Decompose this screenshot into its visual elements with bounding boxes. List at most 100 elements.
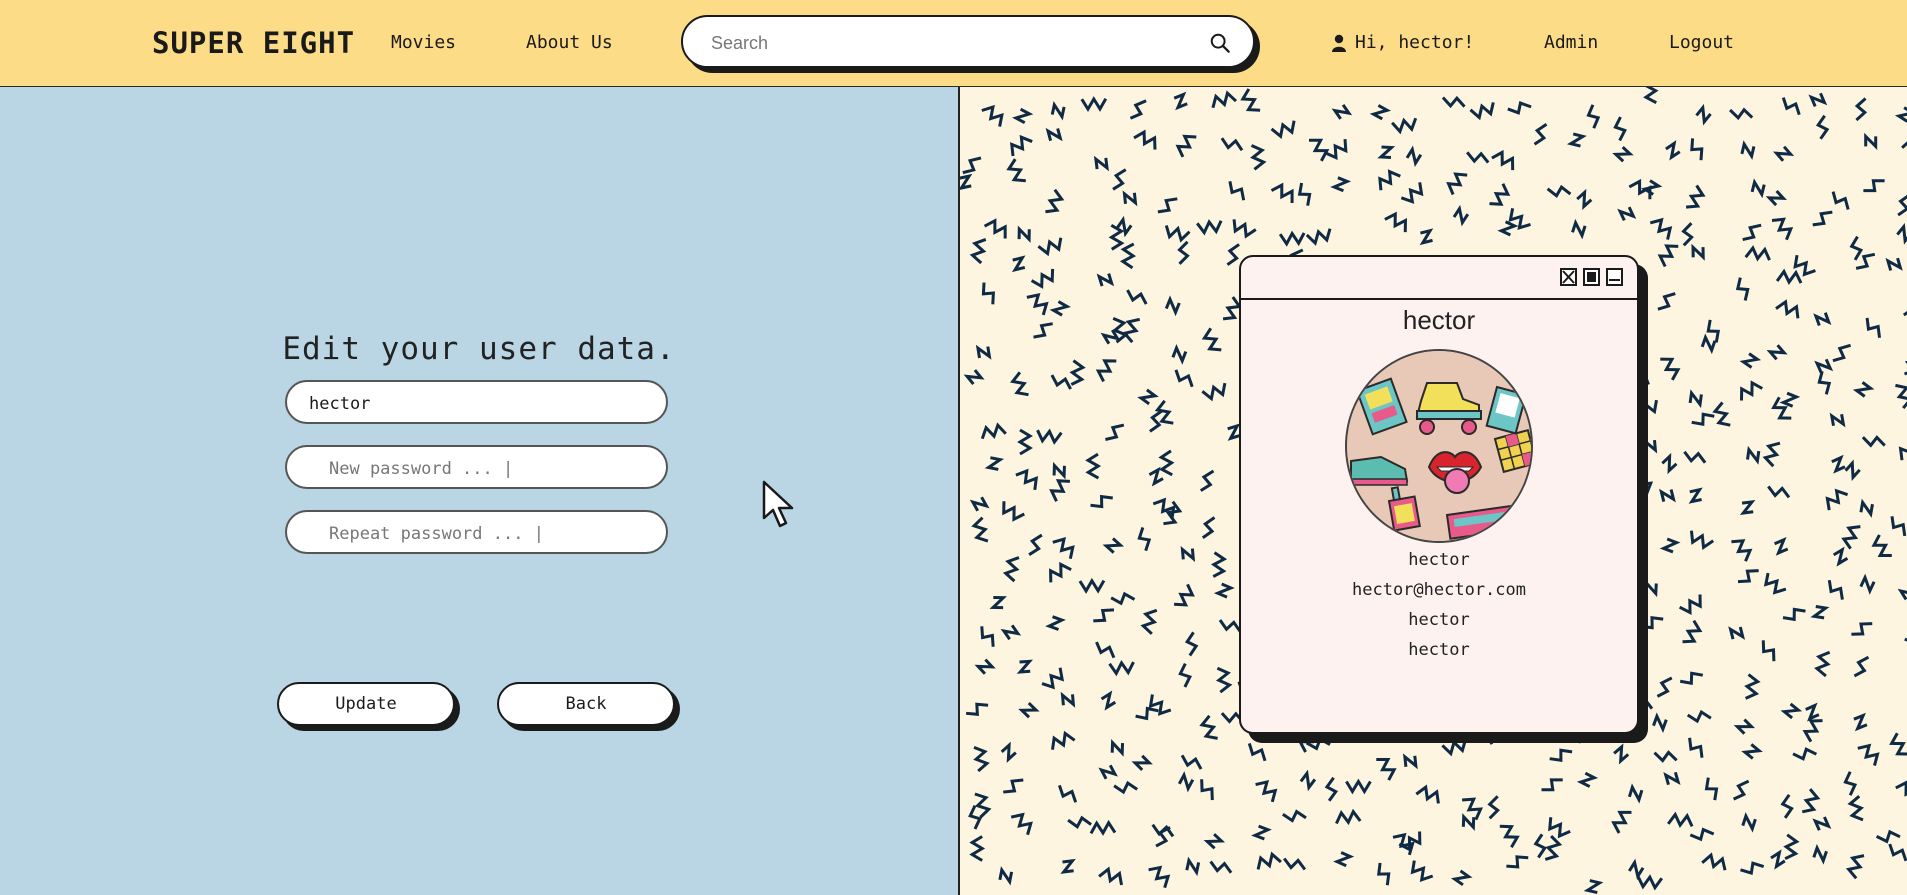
zigzag-squiggle: [1688, 389, 1703, 409]
zigzag-squiggle: [1728, 626, 1746, 640]
zigzag-squiggle: [1627, 783, 1644, 804]
new-password-input[interactable]: [327, 457, 651, 481]
zigzag-squiggle: [1215, 666, 1233, 694]
zigzag-squiggle: [1085, 452, 1102, 480]
close-icon[interactable]: [1560, 268, 1577, 286]
zigzag-squiggle: [975, 344, 992, 360]
zigzag-squiggle: [1679, 671, 1704, 686]
zigzag-squiggle: [1200, 779, 1214, 801]
zigzag-squiggle: [1247, 742, 1267, 762]
zigzag-squiggle: [1173, 91, 1188, 111]
zigzag-squiggle: [980, 422, 1007, 440]
zigzag-squiggle: [984, 456, 1005, 471]
zigzag-squiggle: [1688, 487, 1703, 504]
zigzag-squiggle: [1050, 100, 1066, 121]
zigzag-squiggle: [1812, 844, 1828, 865]
zigzag-squiggle: [1400, 182, 1424, 204]
zigzag-squiggle: [1740, 140, 1756, 161]
zigzag-squiggle: [1663, 771, 1681, 786]
zigzag-squiggle: [1847, 795, 1865, 822]
zigzag-squiggle: [1050, 374, 1072, 390]
zigzag-squiggle: [1859, 573, 1876, 595]
zigzag-squiggle: [1345, 778, 1372, 795]
zigzag-squiggle: [1792, 747, 1818, 761]
zigzag-squiggle: [1689, 827, 1715, 842]
zigzag-squiggle: [1746, 445, 1761, 465]
zigzag-squiggle: [1102, 537, 1125, 554]
maximize-icon[interactable]: [1583, 268, 1600, 286]
zigzag-squiggle: [1148, 865, 1171, 889]
zigzag-squiggle: [1278, 230, 1306, 247]
zigzag-squiggle: [1057, 784, 1078, 803]
zigzag-squiggle: [1037, 237, 1063, 257]
zigzag-squiggle: [1331, 104, 1353, 120]
zigzag-squiggle: [1078, 577, 1106, 594]
zigzag-squiggle: [1105, 423, 1125, 441]
zigzag-squiggle: [1665, 140, 1681, 161]
zigzag-squiggle: [1611, 810, 1632, 834]
zigzag-squiggle: [1282, 809, 1307, 823]
zigzag-squiggle: [1010, 812, 1033, 836]
zigzag-squiggle: [1812, 816, 1832, 831]
zigzag-squiggle: [1228, 181, 1246, 201]
nav-link-movies[interactable]: Movies: [391, 32, 456, 53]
zigzag-squiggle: [1441, 95, 1466, 109]
minimize-icon[interactable]: [1606, 268, 1623, 286]
repeat-password-input[interactable]: [327, 522, 651, 546]
zigzag-squiggle: [965, 702, 989, 716]
zigzag-squiggle: [1571, 218, 1587, 240]
zigzag-squiggle: [1392, 832, 1415, 856]
zigzag-squiggle: [1095, 359, 1117, 383]
zigzag-squiggle: [981, 282, 995, 305]
username-input[interactable]: [307, 392, 651, 416]
search-input[interactable]: [709, 29, 1183, 57]
zigzag-squiggle: [1067, 815, 1092, 829]
zigzag-squiggle: [1894, 106, 1907, 123]
zigzag-squiggle: [1174, 369, 1194, 388]
zigzag-squiggle: [1733, 718, 1756, 735]
zigzag-squiggle: [1863, 179, 1885, 193]
zigzag-squiggle: [1148, 694, 1172, 716]
zigzag-squiggle: [1185, 856, 1201, 877]
zigzag-squiggle: [1015, 468, 1039, 491]
zigzag-squiggle: [1541, 778, 1563, 792]
zigzag-squiggle: [1461, 797, 1484, 821]
zigzag-squiggle: [1871, 534, 1892, 558]
zigzag-squiggle: [1780, 793, 1794, 819]
zigzag-squiggle: [1126, 289, 1148, 305]
zigzag-squiggle: [1857, 743, 1880, 766]
zigzag-squiggle: [1270, 182, 1294, 203]
zigzag-squiggle: [1419, 228, 1434, 246]
zigzag-squiggle: [1549, 748, 1573, 763]
zigzag-squiggle: [1808, 92, 1828, 107]
zigzag-squiggle: [1685, 184, 1706, 209]
update-button[interactable]: Update: [277, 682, 455, 726]
zigzag-squiggle: [1814, 650, 1831, 678]
logo[interactable]: SUPER EIGHT: [152, 26, 355, 60]
back-button[interactable]: Back: [497, 682, 675, 726]
zigzag-squiggle: [998, 866, 1014, 886]
zigzag-squiggle: [963, 369, 985, 386]
zigzag-squiggle: [1171, 344, 1188, 365]
zigzag-squiggle: [1405, 145, 1423, 168]
edit-form-panel: Edit your user data. Update Back: [0, 87, 958, 895]
zigzag-squiggle: [974, 658, 996, 675]
search-icon[interactable]: [1209, 32, 1231, 54]
logout-link[interactable]: Logout: [1669, 32, 1734, 53]
zigzag-squiggle: [1781, 97, 1801, 116]
zigzag-squiggle: [1330, 176, 1352, 193]
zigzag-squiggle: [1895, 383, 1907, 410]
nav-link-admin[interactable]: Admin: [1544, 32, 1598, 53]
zigzag-squiggle: [1240, 88, 1261, 112]
zigzag-squiggle: [1391, 117, 1418, 135]
user-greeting-link[interactable]: Hi, hector!: [1331, 32, 1474, 53]
zigzag-squiggle: [1131, 754, 1153, 772]
zigzag-squiggle: [1831, 191, 1850, 210]
zigzag-squiggle: [1636, 874, 1664, 891]
zigzag-squiggle: [1157, 197, 1178, 214]
zigzag-squiggle: [1732, 779, 1750, 801]
zigzag-squiggle: [1731, 539, 1753, 562]
zigzag-squiggle: [1110, 739, 1125, 757]
zigzag-squiggle: [1763, 572, 1787, 595]
nav-link-about-us[interactable]: About Us: [526, 32, 613, 53]
